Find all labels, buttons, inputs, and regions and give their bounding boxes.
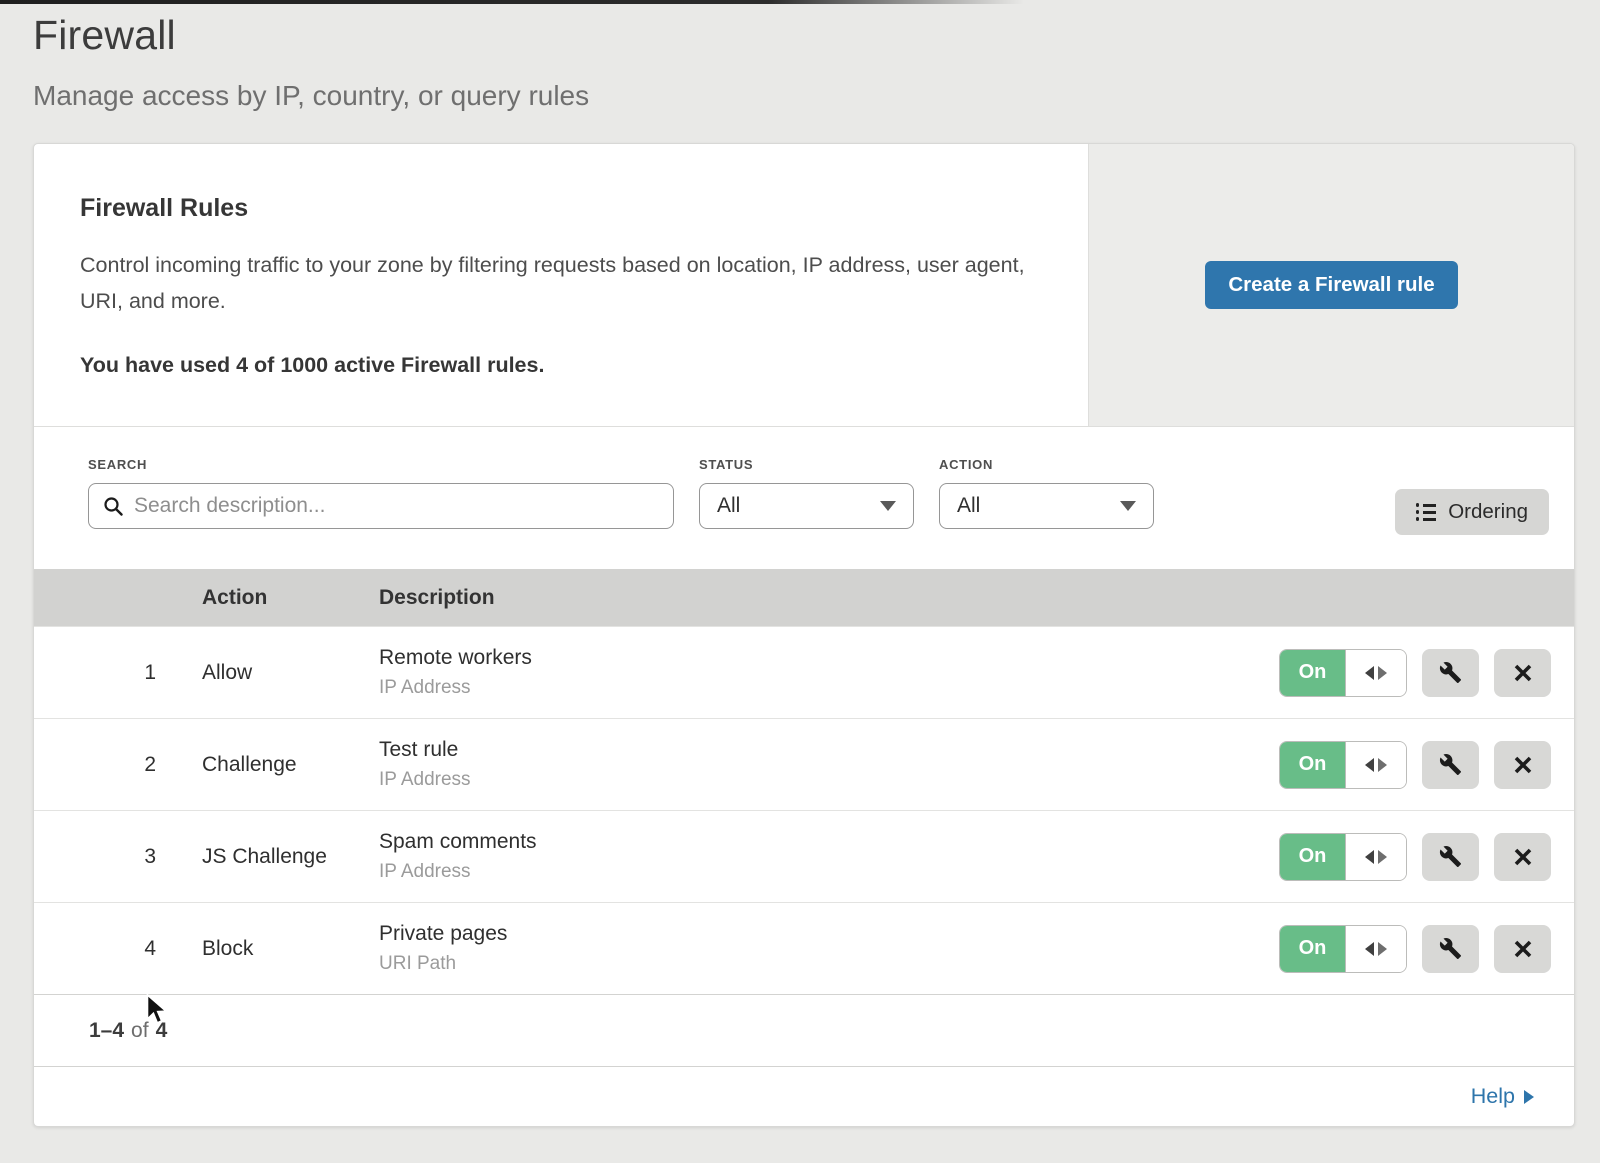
ordering-button-label: Ordering <box>1448 500 1528 524</box>
page-header: Firewall Manage access by IP, country, o… <box>0 0 1600 112</box>
rule-action: JS Challenge <box>202 845 379 869</box>
rule-description: Private pages <box>379 922 1279 946</box>
action-select[interactable]: All <box>939 483 1154 529</box>
firewall-rules-card: Firewall Rules Control incoming traffic … <box>33 143 1575 1127</box>
edit-rule-button[interactable] <box>1422 741 1479 789</box>
column-header-description: Description <box>379 586 1574 610</box>
pagination-total: 4 <box>156 1019 168 1043</box>
card-description: Control incoming traffic to your zone by… <box>80 247 1030 319</box>
help-bar: Help <box>34 1066 1574 1126</box>
table-row: 2 Challenge Test rule IP Address On <box>34 718 1574 810</box>
rule-toggle[interactable]: On <box>1279 925 1407 973</box>
card-heading: Firewall Rules <box>80 194 1042 223</box>
action-filter-group: ACTION All <box>939 457 1154 569</box>
search-filter-group: SEARCH <box>88 457 674 569</box>
wrench-icon <box>1439 937 1462 960</box>
edit-rule-button[interactable] <box>1422 925 1479 973</box>
close-icon <box>1513 939 1533 959</box>
edit-rule-button[interactable] <box>1422 833 1479 881</box>
search-icon <box>103 496 124 517</box>
toggle-on-label: On <box>1280 926 1345 972</box>
rule-controls: On <box>1279 649 1574 697</box>
rule-action: Block <box>202 937 379 961</box>
pagination-bar: 1–4 of 4 <box>34 994 1574 1066</box>
status-select[interactable]: All <box>699 483 914 529</box>
intro-section: Firewall Rules Control incoming traffic … <box>34 144 1574 426</box>
rule-description: Spam comments <box>379 830 1279 854</box>
window-top-edge <box>0 0 1600 4</box>
search-box <box>88 483 674 529</box>
wrench-icon <box>1439 661 1462 684</box>
wrench-icon <box>1439 753 1462 776</box>
action-selected-value: All <box>957 494 980 518</box>
ordering-list-icon <box>1416 503 1437 521</box>
create-rule-panel: Create a Firewall rule <box>1088 144 1574 426</box>
close-icon <box>1513 663 1533 683</box>
rule-match-type: IP Address <box>379 861 1279 883</box>
toggle-handle-icon <box>1345 650 1406 696</box>
toggle-on-label: On <box>1280 650 1345 696</box>
toggle-handle-icon <box>1345 742 1406 788</box>
rule-description: Remote workers <box>379 646 1279 670</box>
intro-text-panel: Firewall Rules Control incoming traffic … <box>34 144 1088 426</box>
table-header: Action Description <box>34 569 1574 626</box>
rule-action: Challenge <box>202 753 379 777</box>
pagination-range: 1–4 <box>89 1019 124 1043</box>
rule-match-type: URI Path <box>379 953 1279 975</box>
right-triangle-icon <box>1524 1090 1534 1104</box>
rule-priority: 2 <box>34 753 202 777</box>
search-input[interactable] <box>134 494 659 518</box>
delete-rule-button[interactable] <box>1494 833 1551 881</box>
status-label: STATUS <box>699 457 914 472</box>
table-row: 3 JS Challenge Spam comments IP Address … <box>34 810 1574 902</box>
help-link[interactable]: Help <box>1471 1084 1534 1109</box>
edit-rule-button[interactable] <box>1422 649 1479 697</box>
delete-rule-button[interactable] <box>1494 741 1551 789</box>
delete-rule-button[interactable] <box>1494 925 1551 973</box>
column-header-action: Action <box>202 586 379 610</box>
toggle-handle-icon <box>1345 834 1406 880</box>
toggle-on-label: On <box>1280 834 1345 880</box>
rule-toggle[interactable]: On <box>1279 833 1407 881</box>
rule-controls: On <box>1279 741 1574 789</box>
search-label: SEARCH <box>88 457 674 472</box>
table-row: 1 Allow Remote workers IP Address On <box>34 626 1574 718</box>
rule-description-cell: Spam comments IP Address <box>379 830 1279 883</box>
rule-description-cell: Remote workers IP Address <box>379 646 1279 699</box>
filter-bar: SEARCH STATUS All ACTION All <box>34 426 1574 569</box>
usage-note: You have used 4 of 1000 active Firewall … <box>80 353 1042 378</box>
close-icon <box>1513 755 1533 775</box>
close-icon <box>1513 847 1533 867</box>
rule-priority: 4 <box>34 937 202 961</box>
rule-description-cell: Test rule IP Address <box>379 738 1279 791</box>
page-title: Firewall <box>33 12 1600 59</box>
status-filter-group: STATUS All <box>699 457 914 569</box>
rule-action: Allow <box>202 661 379 685</box>
caret-down-icon <box>880 501 896 511</box>
toggle-on-label: On <box>1280 742 1345 788</box>
rule-toggle[interactable]: On <box>1279 741 1407 789</box>
wrench-icon <box>1439 845 1462 868</box>
create-firewall-rule-button[interactable]: Create a Firewall rule <box>1205 261 1457 309</box>
page-subtitle: Manage access by IP, country, or query r… <box>33 80 1600 112</box>
table-row: 4 Block Private pages URI Path On <box>34 902 1574 994</box>
rule-controls: On <box>1279 925 1574 973</box>
ordering-button[interactable]: Ordering <box>1395 489 1549 535</box>
action-label: ACTION <box>939 457 1154 472</box>
rule-toggle[interactable]: On <box>1279 649 1407 697</box>
toggle-handle-icon <box>1345 926 1406 972</box>
caret-down-icon <box>1120 501 1136 511</box>
rule-priority: 1 <box>34 661 202 685</box>
rule-match-type: IP Address <box>379 769 1279 791</box>
delete-rule-button[interactable] <box>1494 649 1551 697</box>
rule-priority: 3 <box>34 845 202 869</box>
rule-match-type: IP Address <box>379 677 1279 699</box>
rule-controls: On <box>1279 833 1574 881</box>
rule-description-cell: Private pages URI Path <box>379 922 1279 975</box>
rule-description: Test rule <box>379 738 1279 762</box>
pagination-separator: of <box>131 1019 149 1043</box>
help-link-label: Help <box>1471 1084 1515 1109</box>
status-selected-value: All <box>717 494 740 518</box>
